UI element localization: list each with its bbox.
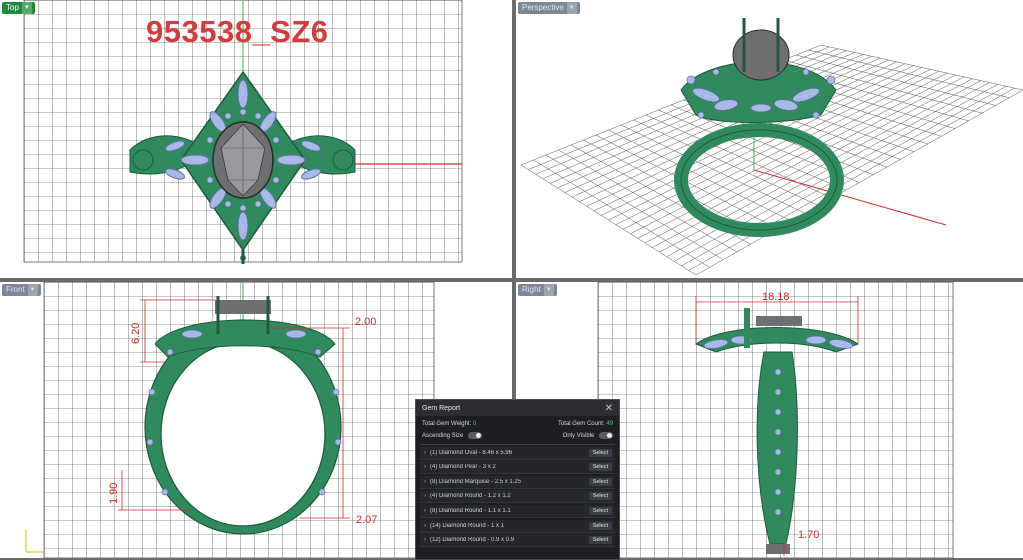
gem-row[interactable]: › (8) Diamond Round - 1.1 x 1.1 Select: [420, 505, 615, 519]
dim-front-width-bottom: 2.07: [356, 514, 378, 526]
dim-front-width-top: 2.00: [355, 316, 377, 328]
select-button[interactable]: Select: [588, 492, 612, 501]
gem-name: (14) Diamond Round - 1 x 1: [430, 522, 505, 529]
gem-report-options: Ascending Size Only Visible: [416, 429, 619, 444]
gem-list: › (1) Diamond Oval - 8.46 x 5.96 Select › (4…: [420, 444, 615, 548]
chevron-down-icon[interactable]: ▼: [566, 2, 577, 14]
gem-row[interactable]: › (14) Diamond Round - 1 x 1 Select: [420, 519, 615, 533]
total-weight-label: Total Gem Weight:: [422, 421, 472, 427]
gem-name: (8) Diamond Round - 1.1 x 1.1: [430, 508, 511, 515]
total-count-label: Total Gem Count:: [557, 421, 605, 427]
dim-right-top-width: 18.18: [762, 291, 790, 303]
tab-front-label: Front: [6, 285, 25, 294]
perspective-view-scene: [520, 18, 1023, 276]
viewport-perspective[interactable]: Perspective ▼: [516, 0, 1023, 278]
chevron-right-icon[interactable]: ›: [424, 450, 426, 456]
select-button[interactable]: Select: [588, 448, 612, 457]
total-weight-value: 0: [472, 421, 477, 427]
ascending-size-label: Ascending Size: [422, 433, 464, 440]
close-icon[interactable]: ✕: [605, 403, 613, 414]
chevron-down-icon[interactable]: ▼: [21, 2, 32, 14]
gem-name: (4) Diamond Round - 1.2 x 1.2: [430, 493, 511, 500]
tab-perspective[interactable]: Perspective ▼: [518, 2, 580, 14]
chevron-right-icon[interactable]: ›: [424, 464, 426, 470]
chevron-right-icon[interactable]: ›: [424, 523, 426, 529]
tab-perspective-label: Perspective: [522, 3, 564, 12]
gem-row-info: › (4) Diamond Round - 1.2 x 1.2: [424, 493, 511, 499]
gem-row[interactable]: › (12) Diamond Round - 0.9 x 0.9 Select: [420, 534, 615, 548]
gem-row-info: › (8) Diamond Round - 1.1 x 1.1: [424, 508, 511, 514]
dim-right-bottom-width: 1.70: [798, 529, 820, 541]
total-weight: Total Gem Weight: 0: [422, 421, 476, 427]
model-label: 953538_SZ6: [146, 14, 329, 49]
ascending-size-toggle[interactable]: [468, 432, 483, 439]
select-button[interactable]: Select: [588, 463, 612, 472]
chevron-right-icon[interactable]: ›: [424, 479, 426, 485]
gem-report-panel: Gem Report ✕ Total Gem Weight: 0 Total G…: [415, 399, 620, 560]
tab-front[interactable]: Front ▼: [2, 284, 41, 296]
only-visible-option: Only Visible: [563, 432, 613, 439]
tab-right-label: Right: [522, 285, 541, 294]
tab-right[interactable]: Right ▼: [518, 284, 557, 296]
chevron-down-icon[interactable]: ▼: [27, 284, 38, 296]
only-visible-label: Only Visible: [562, 433, 595, 440]
dim-front-height: 6.20: [130, 322, 142, 344]
select-button[interactable]: Select: [588, 507, 612, 516]
select-button[interactable]: Select: [588, 536, 612, 545]
gem-row[interactable]: › (8) Diamond Marquise - 2.5 x 1.25 Select: [420, 475, 615, 489]
select-button[interactable]: Select: [588, 477, 612, 486]
chevron-right-icon[interactable]: ›: [424, 537, 426, 543]
gem-name: (12) Diamond Round - 0.9 x 0.9: [430, 537, 515, 544]
gem-row[interactable]: › (4) Diamond Round - 1.2 x 1.2 Select: [420, 490, 615, 504]
gem-report-totals: Total Gem Weight: 0 Total Gem Count: 49: [416, 416, 619, 429]
tab-top[interactable]: Top ▼: [2, 2, 35, 14]
gem-row-info: › (14) Diamond Round - 1 x 1: [424, 523, 504, 529]
gem-name: (1) Diamond Oval - 8.46 x 5.96: [430, 449, 513, 456]
gem-row[interactable]: › (4) Diamond Pear - 3 x 2 Select: [420, 461, 615, 475]
gem-row-info: › (4) Diamond Pear - 3 x 2: [424, 464, 496, 470]
only-visible-toggle[interactable]: [599, 432, 613, 439]
gem-row-info: › (8) Diamond Marquise - 2.5 x 1.25: [424, 479, 521, 485]
dim-front-bottom-height: 1.90: [108, 482, 120, 504]
total-count-value: 49: [606, 421, 613, 427]
select-button[interactable]: Select: [588, 521, 612, 530]
gem-row[interactable]: › (1) Diamond Oval - 8.46 x 5.96 Select: [420, 446, 615, 460]
ascending-size-option: Ascending Size: [422, 432, 483, 440]
total-count: Total Gem Count: 49: [558, 421, 613, 427]
tab-top-label: Top: [6, 3, 19, 12]
gem-name: (4) Diamond Pear - 3 x 2: [430, 464, 496, 471]
chevron-right-icon[interactable]: ›: [424, 493, 426, 499]
gem-row-info: › (12) Diamond Round - 0.9 x 0.9: [424, 537, 514, 543]
gem-row-info: › (1) Diamond Oval - 8.46 x 5.96: [424, 450, 512, 456]
gem-report-title: Gem Report: [422, 404, 461, 412]
chevron-down-icon[interactable]: ▼: [543, 284, 554, 296]
gem-name: (8) Diamond Marquise - 2.5 x 1.25: [430, 478, 522, 485]
gem-report-header[interactable]: Gem Report ✕: [416, 400, 619, 416]
chevron-right-icon[interactable]: ›: [424, 508, 426, 514]
viewport-top[interactable]: Top ▼ 953538_SZ6: [0, 0, 512, 278]
